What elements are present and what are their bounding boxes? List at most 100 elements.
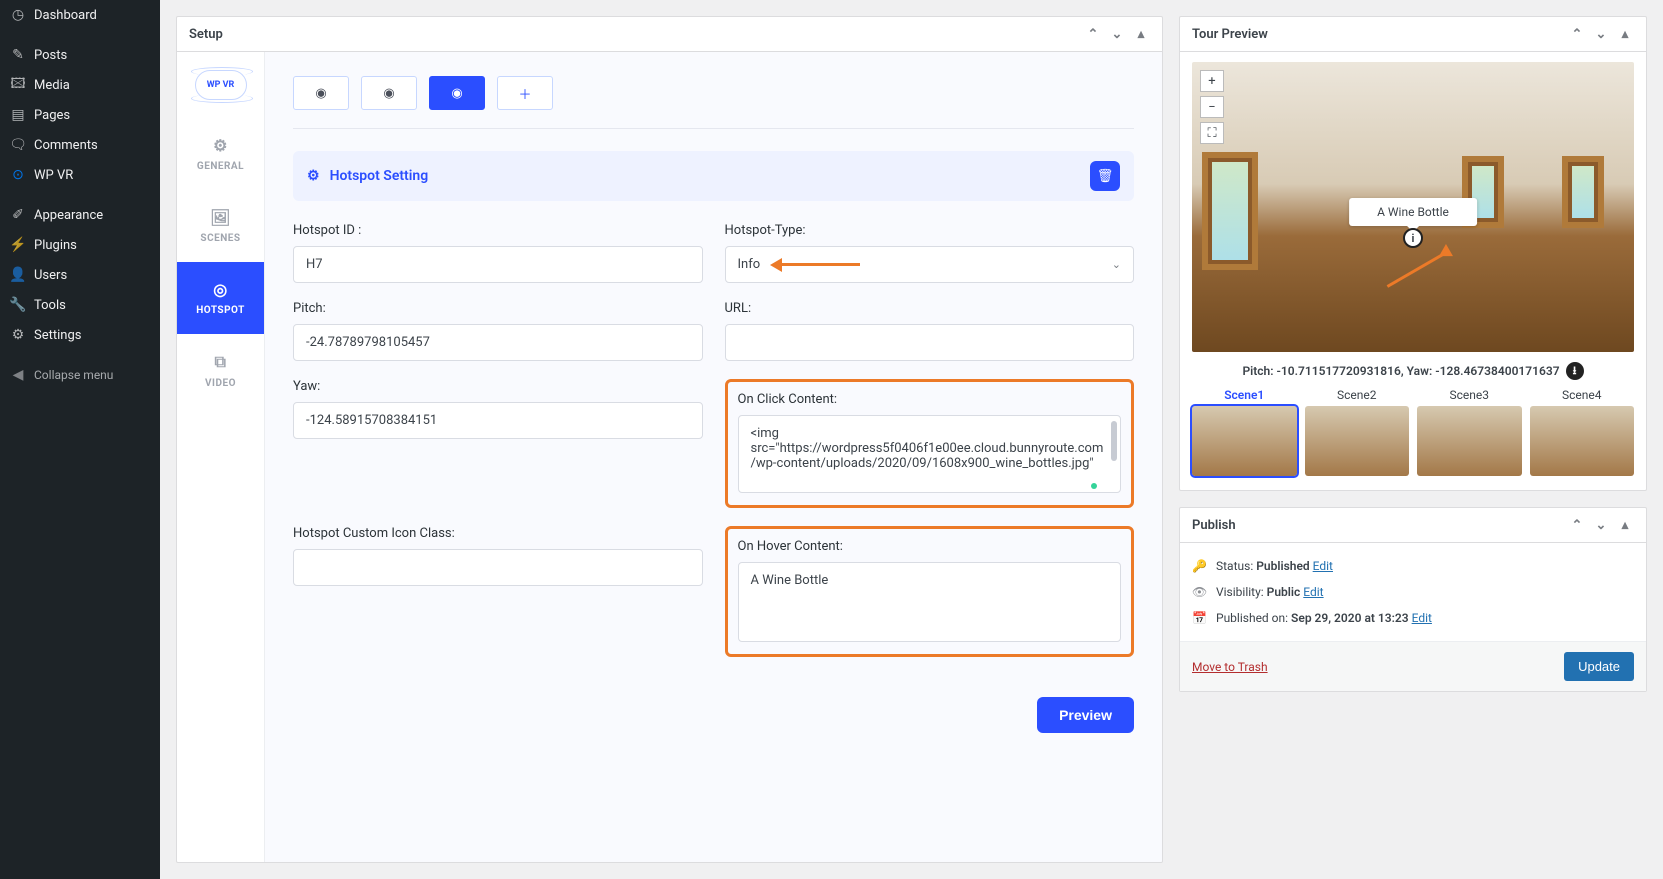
annotation-arrow: [770, 258, 860, 272]
yaw-label: Yaw:: [293, 379, 703, 394]
tab-video[interactable]: ⧉VIDEO: [177, 334, 264, 407]
key-icon: 🔑: [1192, 559, 1208, 573]
panorama-viewer[interactable]: + − ⛶ A Wine Bottle i: [1192, 62, 1634, 352]
publish-title: Publish: [1192, 518, 1236, 533]
fullscreen-button[interactable]: ⛶: [1200, 122, 1224, 144]
url-input[interactable]: [725, 324, 1135, 361]
dot-icon: ◉: [451, 86, 462, 101]
dot-icon: ◉: [315, 86, 326, 101]
download-icon[interactable]: ⭳: [1566, 362, 1584, 380]
delete-hotspot-button[interactable]: 🗑: [1090, 161, 1120, 191]
collapse-menu[interactable]: ◀Collapse menu: [0, 360, 160, 390]
hotspot-tab-add[interactable]: ＋: [497, 76, 553, 110]
menu-posts[interactable]: ✎Posts: [0, 40, 160, 70]
tour-preview-panel: Tour Preview ⌃ ⌄ ▴ + − ⛶ A W: [1179, 16, 1647, 491]
menu-tools[interactable]: 🔧Tools: [0, 290, 160, 320]
menu-dashboard[interactable]: ◷Dashboard: [0, 0, 160, 30]
tour-preview-title: Tour Preview: [1192, 27, 1268, 42]
tab-hotspot[interactable]: ◎HOTSPOT: [177, 262, 264, 334]
trash-icon: 🗑: [1097, 169, 1114, 184]
menu-pages[interactable]: ▤Pages: [0, 100, 160, 130]
icon-class-label: Hotspot Custom Icon Class:: [293, 526, 703, 541]
pitch-label: Pitch:: [293, 301, 703, 316]
settings-icon: ⚙: [10, 327, 26, 343]
hotspot-tab-3[interactable]: ◉: [429, 76, 485, 110]
scene-thumb-4[interactable]: Scene4: [1530, 388, 1635, 476]
hotspot-type-select[interactable]: Info ⌄: [725, 246, 1135, 283]
image-icon: 🖼: [181, 208, 260, 227]
chevron-down-icon: ⌄: [1112, 258, 1121, 271]
panel-down-icon[interactable]: ⌄: [1592, 25, 1610, 43]
hotspot-tab-2[interactable]: ◉: [361, 76, 417, 110]
panel-up-icon[interactable]: ⌃: [1568, 516, 1586, 534]
panel-down-icon[interactable]: ⌄: [1108, 25, 1126, 43]
media-icon: 🖾: [10, 77, 26, 93]
zoom-out-button[interactable]: −: [1200, 96, 1224, 118]
edit-visibility-link[interactable]: Edit: [1303, 585, 1323, 599]
hotspot-marker[interactable]: i: [1403, 228, 1423, 248]
zoom-in-button[interactable]: +: [1200, 70, 1224, 92]
menu-appearance[interactable]: ✐Appearance: [0, 200, 160, 230]
menu-users[interactable]: 👤Users: [0, 260, 160, 290]
hotspot-tab-1[interactable]: ◉: [293, 76, 349, 110]
annotation-arrow: [1386, 250, 1448, 288]
url-label: URL:: [725, 301, 1135, 316]
menu-media[interactable]: 🖾Media: [0, 70, 160, 100]
preview-button[interactable]: Preview: [1037, 697, 1134, 733]
scene-thumb-3[interactable]: Scene3: [1417, 388, 1522, 476]
hotspot-type-label: Hotspot-Type:: [725, 223, 1135, 238]
move-to-trash-link[interactable]: Move to Trash: [1192, 660, 1268, 674]
pitch-input[interactable]: [293, 324, 703, 361]
menu-settings[interactable]: ⚙Settings: [0, 320, 160, 350]
panel-toggle-icon[interactable]: ▴: [1616, 25, 1634, 43]
tools-icon: 🔧: [10, 297, 26, 313]
panel-toggle-icon[interactable]: ▴: [1132, 25, 1150, 43]
menu-wpvr[interactable]: ⊙WP VR: [0, 160, 160, 190]
tab-general[interactable]: ⚙GENERAL: [177, 118, 264, 190]
video-icon: ⧉: [181, 352, 260, 372]
tab-scenes[interactable]: 🖼SCENES: [177, 190, 264, 262]
menu-comments[interactable]: 🗨Comments: [0, 130, 160, 160]
scrollbar[interactable]: [1111, 421, 1117, 461]
onclick-textarea[interactable]: [738, 415, 1122, 493]
scene-thumb-1[interactable]: Scene1: [1192, 388, 1297, 476]
panel-toggle-icon[interactable]: ▴: [1616, 516, 1634, 534]
collapse-icon: ◀: [10, 367, 26, 383]
scene-thumb-2[interactable]: Scene2: [1305, 388, 1410, 476]
gear-icon: ⚙: [307, 168, 320, 184]
pages-icon: ▤: [10, 107, 26, 123]
onclick-label: On Click Content:: [738, 392, 1122, 407]
panel-up-icon[interactable]: ⌃: [1084, 25, 1102, 43]
eye-icon: 👁: [1192, 585, 1208, 599]
plugin-icon: ⚡: [10, 237, 26, 253]
setup-panel: Setup ⌃ ⌄ ▴ WP VR ⚙GENERAL 🖼SCENES ◎HOTS…: [176, 16, 1163, 863]
hotspot-setting-title: Hotspot Setting: [330, 168, 429, 184]
plus-icon: ＋: [518, 84, 531, 103]
hotspot-id-label: Hotspot ID :: [293, 223, 703, 238]
icon-class-input[interactable]: [293, 549, 703, 586]
yaw-input[interactable]: [293, 402, 703, 439]
dot-icon: ◉: [383, 86, 394, 101]
calendar-icon: 📅: [1192, 611, 1208, 625]
edit-date-link[interactable]: Edit: [1412, 611, 1432, 625]
onhover-textarea[interactable]: [738, 562, 1122, 642]
panel-up-icon[interactable]: ⌃: [1568, 25, 1586, 43]
setup-title: Setup: [189, 27, 223, 42]
comments-icon: 🗨: [10, 137, 26, 153]
update-button[interactable]: Update: [1564, 652, 1634, 681]
menu-plugins[interactable]: ⚡Plugins: [0, 230, 160, 260]
hotspot-tooltip: A Wine Bottle: [1349, 198, 1477, 226]
pitch-yaw-readout: Pitch: -10.711517720931816, Yaw: -128.46…: [1192, 352, 1634, 388]
users-icon: 👤: [10, 267, 26, 283]
info-icon: i: [1412, 232, 1415, 245]
onhover-label: On Hover Content:: [738, 539, 1122, 554]
hotspot-id-input[interactable]: [293, 246, 703, 283]
pin-icon: ✎: [10, 47, 26, 63]
target-icon: ◎: [181, 280, 260, 299]
wpvr-logo: WP VR: [177, 52, 264, 118]
publish-panel: Publish ⌃ ⌄ ▴ 🔑Status: Published Edit 👁V…: [1179, 507, 1647, 692]
vr-icon: ⊙: [10, 167, 26, 183]
edit-status-link[interactable]: Edit: [1313, 559, 1333, 573]
panel-down-icon[interactable]: ⌄: [1592, 516, 1610, 534]
admin-sidebar: ◷Dashboard ✎Posts 🖾Media ▤Pages 🗨Comment…: [0, 0, 160, 879]
